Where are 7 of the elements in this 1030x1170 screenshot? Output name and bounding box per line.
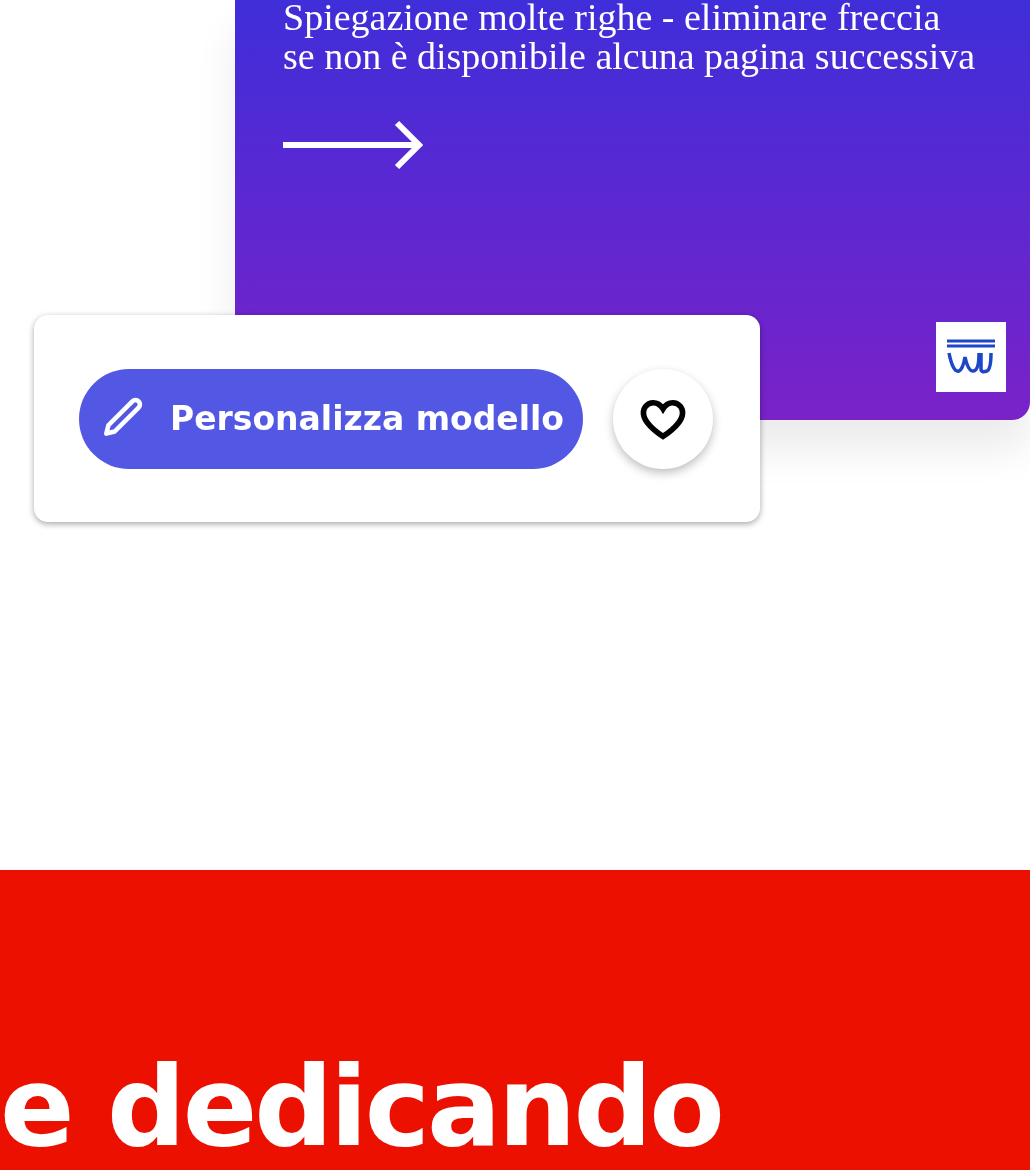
logo-icon	[936, 322, 1006, 392]
customize-button[interactable]: Personalizza modello	[79, 368, 583, 469]
banner-heading: e dedicando	[0, 1052, 722, 1162]
description-text: Spiegazione molte righe - eliminare freccia	[283, 0, 942, 37]
favorite-button[interactable]	[613, 368, 713, 469]
arrow-right-icon[interactable]	[283, 120, 423, 170]
description-text: se non è disponibile alcuna pagina successiva	[283, 37, 977, 76]
